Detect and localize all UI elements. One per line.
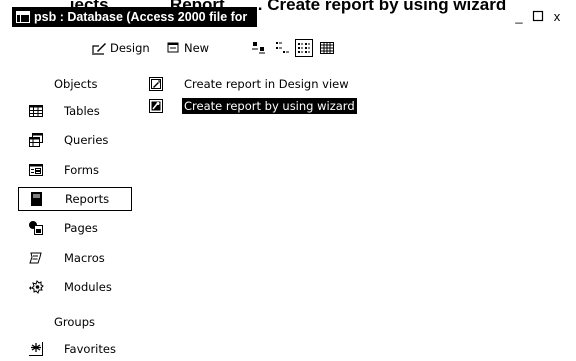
maximize-button[interactable] xyxy=(531,10,545,23)
objects-header: Objects xyxy=(54,77,98,91)
object-label: Reports xyxy=(65,192,110,206)
object-label: Favorites xyxy=(64,342,116,356)
small-icons-icon xyxy=(276,42,289,53)
new-button[interactable]: New xyxy=(165,38,209,58)
database-toolbar: Design New xyxy=(90,38,530,60)
module-icon xyxy=(29,280,44,294)
object-pages[interactable]: Pages xyxy=(18,216,132,240)
list-view-button[interactable] xyxy=(295,39,313,57)
design-button[interactable]: Design xyxy=(90,38,150,58)
wizard-icon xyxy=(149,99,163,113)
new-icon xyxy=(167,42,179,53)
window-controls: _ x xyxy=(512,10,564,23)
close-button[interactable]: x xyxy=(550,10,564,23)
list-item-wizard[interactable]: Create report by using wizard xyxy=(148,97,357,115)
object-label: Queries xyxy=(64,133,109,147)
group-favorites[interactable]: Favorites xyxy=(18,337,132,361)
object-modules[interactable]: Modules xyxy=(18,275,132,299)
large-icons-icon xyxy=(252,42,265,54)
object-label: Modules xyxy=(64,280,112,294)
object-label: Macros xyxy=(64,251,105,265)
minimize-button[interactable]: _ xyxy=(512,10,526,23)
design-icon xyxy=(92,43,106,55)
macro-icon xyxy=(29,252,42,264)
details-icon xyxy=(320,42,334,54)
list-item-design-view[interactable]: Create report in Design view xyxy=(148,75,351,93)
object-macros[interactable]: Macros xyxy=(18,246,132,270)
report-icon xyxy=(31,192,42,206)
window-title: psb : Database (Access 2000 file for xyxy=(34,10,248,24)
form-icon xyxy=(29,164,43,176)
page-icon xyxy=(29,221,43,235)
design-label: Design xyxy=(110,41,150,55)
details-button[interactable] xyxy=(318,39,336,57)
list-label: Create report by using wizard xyxy=(182,98,357,114)
list-label: Create report in Design view xyxy=(184,77,349,91)
design-view-icon xyxy=(149,77,163,91)
large-icons-button[interactable] xyxy=(250,39,268,57)
object-reports[interactable]: Reports xyxy=(18,187,132,211)
object-label: Tables xyxy=(64,104,100,118)
query-icon xyxy=(29,133,43,147)
table-icon xyxy=(29,105,43,117)
title-bar-active: psb : Database (Access 2000 file for xyxy=(12,7,257,27)
object-label: Pages xyxy=(64,221,98,235)
object-forms[interactable]: Forms xyxy=(18,158,132,182)
groups-header: Groups xyxy=(54,315,96,329)
object-tables[interactable]: Tables xyxy=(18,99,132,123)
database-window-icon xyxy=(16,11,30,23)
object-label: Forms xyxy=(64,163,99,177)
favorites-icon xyxy=(29,342,43,356)
new-label: New xyxy=(184,41,210,55)
list-view-icon xyxy=(298,43,310,53)
title-bar: psb : Database (Access 2000 file for _ x xyxy=(12,7,564,27)
small-icons-button[interactable] xyxy=(273,39,291,57)
maximize-icon xyxy=(532,10,544,22)
object-queries[interactable]: Queries xyxy=(18,128,132,152)
